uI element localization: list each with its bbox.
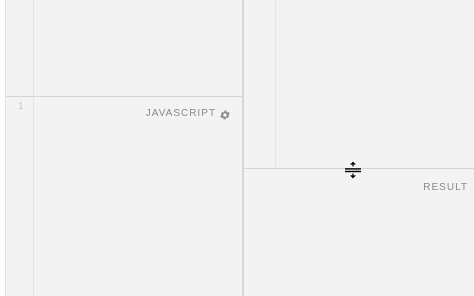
- gear-icon[interactable]: [219, 108, 231, 120]
- result-panel-label: RESULT: [423, 182, 468, 193]
- app-window: 1 JAVASCRIPT RESULT: [0, 0, 474, 296]
- code-editor-pane[interactable]: [6, 0, 242, 296]
- line-number: 1: [18, 102, 24, 112]
- right-gutter: [244, 0, 276, 168]
- editor-panel-divider[interactable]: [6, 96, 242, 97]
- result-pane: [244, 0, 474, 296]
- line-number-gutter: [6, 0, 34, 296]
- javascript-panel-label: JAVASCRIPT: [145, 108, 216, 119]
- row-resize-cursor-icon: [344, 160, 362, 180]
